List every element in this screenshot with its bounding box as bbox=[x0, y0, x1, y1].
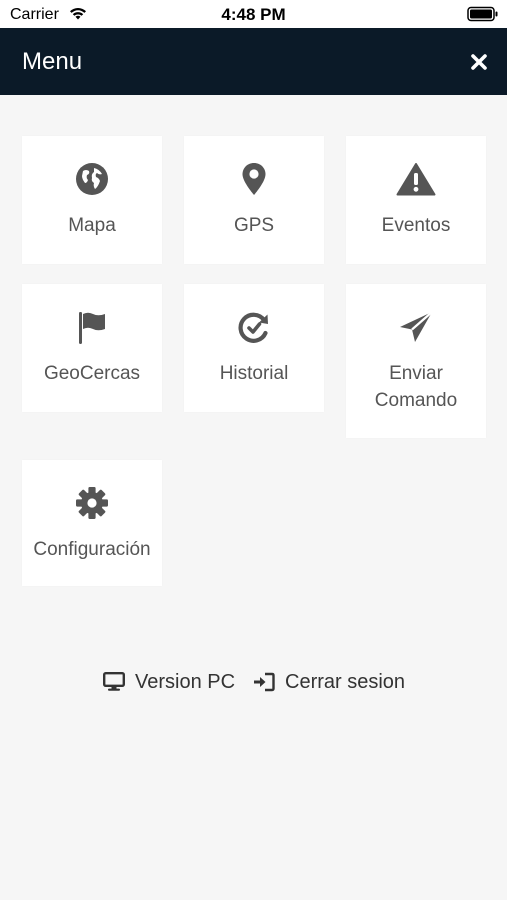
globe-icon bbox=[22, 162, 162, 198]
send-icon bbox=[346, 310, 486, 346]
menu-item-historial[interactable]: Historial bbox=[184, 284, 324, 412]
header-bar: Menu bbox=[0, 28, 507, 95]
clock: 4:48 PM bbox=[221, 5, 286, 24]
menu-item-enviar-comando[interactable]: Enviar Comando bbox=[346, 284, 486, 438]
menu-item-geocercas[interactable]: GeoCercas bbox=[22, 284, 162, 412]
menu-item-label: Configuración bbox=[33, 539, 151, 560]
menu-item-label: Enviar Comando bbox=[374, 363, 458, 411]
menu-item-configuracion[interactable]: Configuración bbox=[22, 460, 162, 586]
menu-item-label: GeoCercas bbox=[43, 363, 141, 384]
version-pc-label: Version PC bbox=[135, 670, 236, 693]
version-pc-link[interactable]: Version PC bbox=[103, 668, 235, 696]
menu-item-eventos[interactable]: Eventos bbox=[346, 136, 486, 264]
page-title: Menu bbox=[22, 48, 83, 75]
monitor-icon bbox=[103, 672, 125, 691]
close-icon bbox=[471, 54, 487, 70]
menu-item-gps[interactable]: GPS bbox=[184, 136, 324, 264]
logout-link[interactable]: Cerrar sesion bbox=[253, 668, 405, 696]
menu-item-label: Historial bbox=[219, 363, 289, 384]
map-pin-icon bbox=[184, 162, 324, 198]
sign-out-icon bbox=[254, 672, 275, 692]
gear-icon bbox=[22, 486, 162, 522]
flag-icon bbox=[22, 310, 162, 346]
menu-item-label: Eventos bbox=[381, 215, 451, 236]
warning-icon bbox=[346, 162, 486, 198]
close-button[interactable] bbox=[467, 50, 491, 74]
battery-icon bbox=[467, 6, 499, 27]
status-bar: Carrier 4:48 PM bbox=[0, 0, 507, 28]
logout-label: Cerrar sesion bbox=[285, 670, 406, 693]
menu-item-mapa[interactable]: Mapa bbox=[22, 136, 162, 264]
menu-item-label: Mapa bbox=[68, 215, 116, 236]
menu-item-label: GPS bbox=[233, 215, 275, 236]
history-icon bbox=[184, 310, 324, 346]
